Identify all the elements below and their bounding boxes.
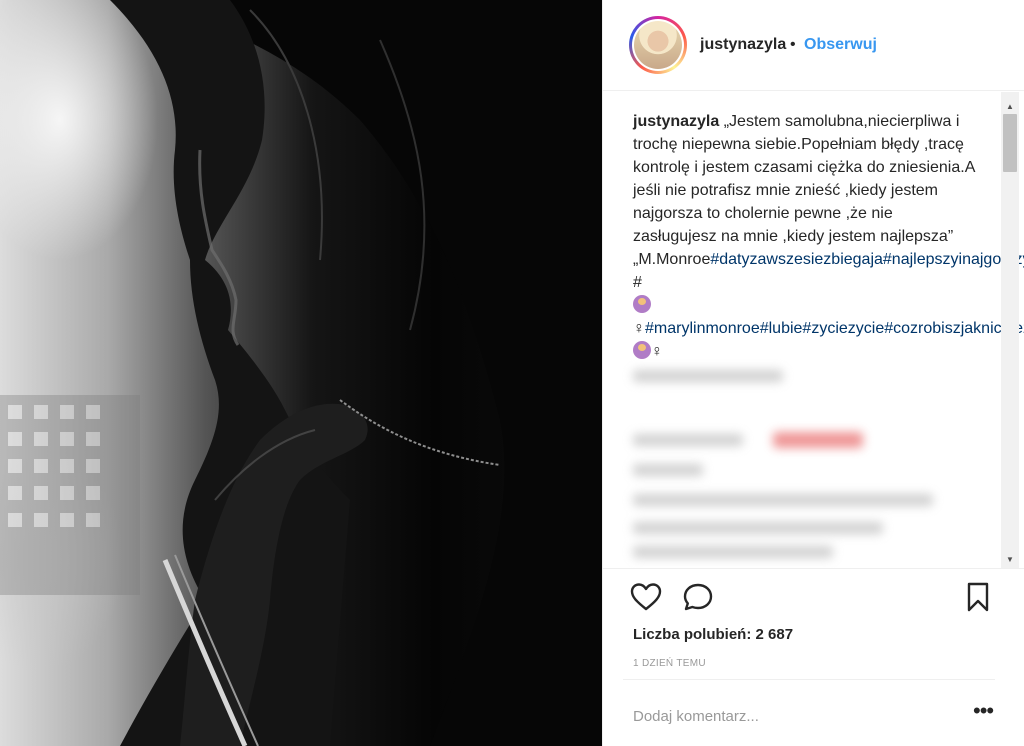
caption-quote-author: „M.Monroe [633, 251, 711, 268]
window-grid [0, 395, 140, 595]
bookmark-icon[interactable] [961, 580, 995, 614]
blurred-line [633, 370, 783, 382]
likes-number: 2 687 [755, 626, 794, 643]
blurred-line [633, 522, 883, 534]
follow-button[interactable]: Obserwuj [804, 36, 877, 54]
scroll-thumb[interactable] [1003, 114, 1017, 172]
caption-text: „Jestem samolubna,niecierpliwa i trochę … [633, 113, 975, 245]
scroll-up-arrow-icon[interactable]: ▲ [1001, 98, 1019, 115]
caption: justynazyla „Jestem samolubna,niecierpli… [633, 110, 1024, 363]
blurred-badge [773, 432, 863, 448]
caption-username[interactable]: justynazyla [633, 113, 719, 130]
add-comment-section: ••• [603, 679, 1024, 746]
profile-photo [634, 21, 682, 69]
likes-count[interactable]: Liczba polubień: 2 687 [633, 626, 793, 643]
post-header: justynazyla • Obserwuj [603, 0, 1024, 91]
hash-text: # [633, 274, 642, 291]
scroll-down-arrow-icon[interactable]: ▼ [1001, 551, 1019, 568]
blurred-line [633, 434, 743, 446]
blurred-line [633, 546, 833, 558]
avatar[interactable] [629, 16, 687, 74]
post-timestamp[interactable]: 1 dzień temu [633, 658, 706, 669]
blurred-comments [623, 364, 975, 564]
post-photo [0, 0, 602, 746]
likes-label: Liczba polubień: [633, 626, 752, 643]
header-separator: • [790, 36, 796, 53]
hashtag-link[interactable]: #datyzawszesiezbiegaja [710, 251, 883, 268]
header-username[interactable]: justynazyla [700, 36, 786, 54]
person-gesturing-no-emoji [633, 295, 651, 313]
speech-bubble-icon[interactable] [681, 580, 715, 614]
avatar-border [632, 19, 684, 71]
person-gesturing-no-emoji [633, 341, 651, 359]
photo-silhouette [0, 0, 602, 746]
heart-icon[interactable] [629, 580, 663, 614]
hashtag-link[interactable]: #lubie [760, 320, 803, 337]
divider [623, 679, 995, 680]
female-sign: ♀ [633, 320, 645, 337]
more-options-icon[interactable]: ••• [973, 700, 994, 722]
hashtag-link[interactable]: #marylinmonroe [645, 320, 760, 337]
post-panel: justynazyla • Obserwuj justynazyla „Jest… [602, 0, 1024, 746]
comments-area[interactable]: justynazyla „Jestem samolubna,niecierpli… [603, 92, 1024, 568]
female-sign: ♀ [651, 343, 663, 360]
hashtag-link[interactable]: #zyciezycie [802, 320, 884, 337]
comment-input[interactable] [633, 701, 933, 731]
blurred-line [633, 464, 703, 476]
comments-scrollbar[interactable]: ▲ ▼ [1001, 92, 1019, 568]
blurred-line [633, 494, 933, 506]
